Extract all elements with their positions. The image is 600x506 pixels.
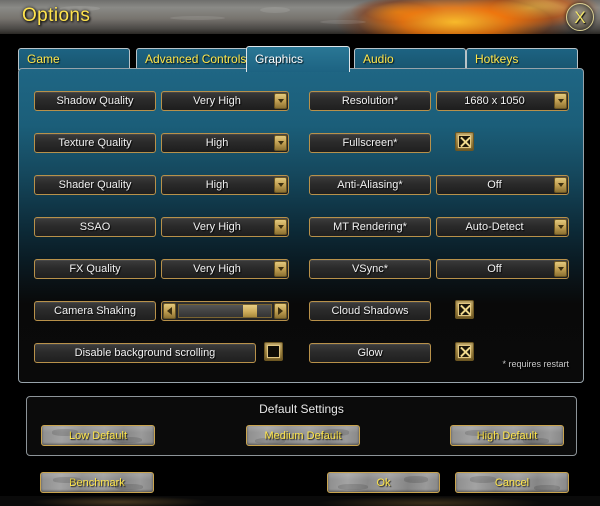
- button-texture: [112, 437, 142, 443]
- low-default-button[interactable]: Low Default: [41, 425, 155, 446]
- button-texture: [52, 429, 78, 436]
- button-label: Cancel: [494, 476, 530, 489]
- setting-label-shadow-quality: Shadow Quality: [34, 91, 156, 111]
- button-texture: [534, 485, 560, 491]
- checkbox-disable-background-scrolling[interactable]: [264, 342, 283, 361]
- slider-track[interactable]: [178, 304, 272, 318]
- tab-hotkeys[interactable]: Hotkeys: [466, 48, 578, 70]
- setting-label-fx-quality: FX Quality: [34, 259, 156, 279]
- setting-label-mt-rendering: MT Rendering*: [309, 217, 431, 237]
- tab-bar: Game Advanced Controls Graphics Audio Ho…: [18, 46, 584, 72]
- dropdown-value: 1680 x 1050: [464, 95, 525, 107]
- dropdown-value: Very High: [193, 263, 241, 275]
- chevron-right-icon[interactable]: [274, 303, 287, 319]
- setting-label-ssao: SSAO: [34, 217, 156, 237]
- window-titlebar: Options X: [0, 0, 600, 34]
- tab-audio[interactable]: Audio: [354, 48, 466, 70]
- requires-restart-note: * requires restart: [502, 359, 569, 369]
- high-default-button[interactable]: High Default: [450, 425, 564, 446]
- setting-label-anti-aliasing: Anti-Aliasing*: [309, 175, 431, 195]
- graphics-settings-panel: Shadow Quality Very High Texture Quality…: [18, 68, 584, 383]
- checkbox-check-icon: [458, 303, 471, 316]
- slider-handle[interactable]: [243, 305, 258, 317]
- dropdown-vsync[interactable]: Off: [436, 259, 569, 279]
- medium-default-button[interactable]: Medium Default: [246, 425, 360, 446]
- dropdown-value: Very High: [193, 221, 241, 233]
- setting-label-texture-quality: Texture Quality: [34, 133, 156, 153]
- tab-game[interactable]: Game: [18, 48, 130, 70]
- chevron-down-icon[interactable]: [274, 93, 287, 109]
- button-label: Ok: [376, 476, 391, 489]
- dropdown-value: Off: [487, 263, 502, 275]
- chevron-down-icon[interactable]: [554, 177, 567, 193]
- checkbox-check-icon: [458, 345, 471, 358]
- chevron-down-icon[interactable]: [274, 177, 287, 193]
- chevron-down-icon[interactable]: [274, 261, 287, 277]
- checkbox-box-icon: [267, 345, 280, 358]
- titlebar-texture-speck: [320, 20, 366, 24]
- button-texture: [115, 484, 143, 490]
- tab-graphics[interactable]: Graphics: [246, 46, 350, 72]
- default-settings-title: Default Settings: [259, 402, 344, 416]
- titlebar-texture-speck: [260, 7, 290, 13]
- button-texture: [523, 438, 549, 444]
- dropdown-value: Off: [487, 179, 502, 191]
- dropdown-fx-quality[interactable]: Very High: [161, 259, 289, 279]
- dropdown-ssao[interactable]: Very High: [161, 217, 289, 237]
- titlebar-shadow: [0, 34, 600, 38]
- setting-label-disable-background-scrolling: Disable background scrolling: [34, 343, 256, 363]
- button-texture: [465, 430, 493, 436]
- checkbox-fullscreen[interactable]: [455, 132, 474, 151]
- setting-label-cloud-shadows: Cloud Shadows: [309, 301, 431, 321]
- button-texture: [323, 429, 349, 436]
- chevron-left-icon[interactable]: [163, 303, 176, 319]
- chevron-down-icon[interactable]: [274, 219, 287, 235]
- checkbox-cloud-shadows[interactable]: [455, 300, 474, 319]
- dropdown-resolution[interactable]: 1680 x 1050: [436, 91, 569, 111]
- setting-label-shader-quality: Shader Quality: [34, 175, 156, 195]
- button-texture: [53, 477, 81, 483]
- window-title: Options: [22, 5, 91, 26]
- checkbox-glow[interactable]: [455, 342, 474, 361]
- benchmark-button[interactable]: Benchmark: [40, 472, 154, 493]
- chevron-down-icon[interactable]: [554, 219, 567, 235]
- dialog-footer: Benchmark Ok Cancel: [0, 468, 600, 498]
- cancel-button[interactable]: Cancel: [455, 472, 569, 493]
- close-icon[interactable]: X: [566, 3, 594, 31]
- dropdown-value: Auto-Detect: [465, 221, 524, 233]
- setting-label-camera-shaking: Camera Shaking: [34, 301, 156, 321]
- button-texture: [404, 476, 428, 483]
- button-texture: [255, 438, 285, 444]
- button-texture: [338, 484, 368, 490]
- dropdown-value: High: [205, 137, 229, 149]
- setting-label-glow: Glow: [309, 343, 431, 363]
- button-texture: [470, 476, 496, 483]
- slider-camera-shaking[interactable]: [161, 301, 289, 321]
- setting-label-vsync: VSync*: [309, 259, 431, 279]
- dropdown-anti-aliasing[interactable]: Off: [436, 175, 569, 195]
- background-glow: [0, 496, 600, 506]
- checkbox-check-icon: [458, 135, 471, 148]
- chevron-down-icon[interactable]: [554, 93, 567, 109]
- ok-button[interactable]: Ok: [327, 472, 440, 493]
- setting-label-resolution: Resolution*: [309, 91, 431, 111]
- dropdown-shadow-quality[interactable]: Very High: [161, 91, 289, 111]
- setting-label-fullscreen: Fullscreen*: [309, 133, 431, 153]
- dropdown-texture-quality[interactable]: High: [161, 133, 289, 153]
- dropdown-value: Very High: [193, 95, 241, 107]
- dropdown-shader-quality[interactable]: High: [161, 175, 289, 195]
- dropdown-value: High: [205, 179, 229, 191]
- dropdown-mt-rendering[interactable]: Auto-Detect: [436, 217, 569, 237]
- chevron-down-icon[interactable]: [274, 135, 287, 151]
- titlebar-texture-speck: [170, 16, 225, 20]
- default-settings-group: Default Settings Low Default Medium Defa…: [26, 396, 577, 456]
- chevron-down-icon[interactable]: [554, 261, 567, 277]
- tab-advanced-controls[interactable]: Advanced Controls: [136, 48, 248, 70]
